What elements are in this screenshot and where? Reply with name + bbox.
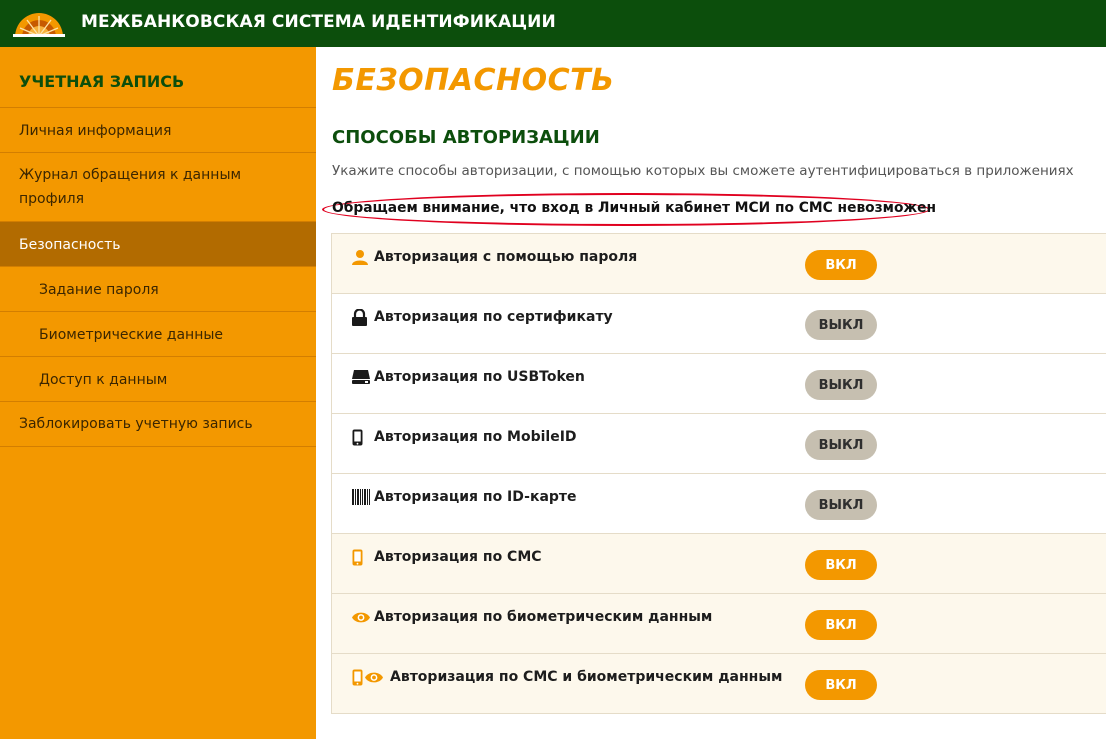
auth-method-label: Авторизация с помощью пароля bbox=[374, 249, 638, 265]
app-title: МЕЖБАНКОВСКАЯ СИСТЕМА ИДЕНТИФИКАЦИИ bbox=[81, 12, 556, 32]
sidebar-item-set-password[interactable]: Задание пароля bbox=[0, 267, 316, 312]
sidebar-item-label: Биометрические данные bbox=[39, 327, 224, 343]
section-title: СПОСОБЫ АВТОРИЗАЦИИ bbox=[332, 127, 600, 148]
lock-icon bbox=[352, 308, 367, 326]
auth-method-toggle[interactable]: ВКЛ bbox=[805, 610, 877, 640]
auth-method-toggle[interactable]: ВЫКЛ bbox=[805, 430, 877, 460]
page-title: БЕЗОПАСНОСТЬ bbox=[332, 63, 615, 98]
sidebar-item-biometric-data[interactable]: Биометрические данные bbox=[0, 312, 316, 357]
auth-methods-list: Авторизация с помощью пароля ВКЛ Авториз… bbox=[331, 233, 1106, 714]
sms-notice: Обращаем внимание, что вход в Личный каб… bbox=[332, 200, 937, 216]
auth-method-label: Авторизация по ID-карте bbox=[374, 489, 577, 505]
auth-method-toggle[interactable]: ВКЛ bbox=[805, 670, 877, 700]
sidebar-item-label: Задание пароля bbox=[39, 282, 159, 298]
mobile-phone-icon bbox=[352, 548, 363, 566]
auth-method-row: Авторизация по СМС ВКЛ bbox=[332, 534, 1106, 594]
auth-method-row: Авторизация по биометрическим данным ВКЛ bbox=[332, 594, 1106, 654]
sidebar-item-label: Доступ к данным bbox=[39, 372, 168, 388]
auth-method-row: Авторизация с помощью пароля ВКЛ bbox=[332, 234, 1106, 294]
phone-and-eye-icon bbox=[352, 668, 383, 686]
user-icon bbox=[352, 248, 368, 266]
sidebar: УЧЕТНАЯ ЗАПИСЬ Личная информация Журнал … bbox=[0, 47, 316, 739]
auth-method-toggle[interactable]: ВЫКЛ bbox=[805, 310, 877, 340]
auth-method-label: Авторизация по СМС bbox=[374, 549, 542, 565]
section-description: Укажите способы авторизации, с помощью к… bbox=[332, 163, 1074, 179]
sidebar-item-block-account[interactable]: Заблокировать учетную запись bbox=[0, 402, 316, 447]
auth-method-row: Авторизация по USBToken ВЫКЛ bbox=[332, 354, 1106, 414]
auth-method-toggle[interactable]: ВЫКЛ bbox=[805, 370, 877, 400]
sidebar-item-security[interactable]: Безопасность bbox=[0, 222, 316, 267]
auth-method-row: Авторизация по сертификату ВЫКЛ bbox=[332, 294, 1106, 354]
auth-method-toggle[interactable]: ВКЛ bbox=[805, 550, 877, 580]
auth-method-toggle[interactable]: ВЫКЛ bbox=[805, 490, 877, 520]
auth-method-label: Авторизация по USBToken bbox=[374, 369, 585, 385]
sidebar-item-personal-info[interactable]: Личная информация bbox=[0, 108, 316, 153]
mobile-phone-icon bbox=[352, 428, 363, 446]
auth-method-row: Авторизация по СМС и биометрическим данн… bbox=[332, 654, 1106, 714]
sidebar-item-label: Заблокировать учетную запись bbox=[19, 416, 253, 432]
sidebar-item-label: Журнал обращения к данным профиля bbox=[19, 167, 242, 207]
barcode-icon bbox=[352, 488, 370, 506]
sidebar-item-access-log[interactable]: Журнал обращения к данным профиля bbox=[0, 153, 316, 222]
top-bar: МЕЖБАНКОВСКАЯ СИСТЕМА ИДЕНТИФИКАЦИИ bbox=[0, 0, 1106, 47]
usb-drive-icon bbox=[352, 368, 370, 386]
sidebar-heading: УЧЕТНАЯ ЗАПИСЬ bbox=[0, 47, 316, 108]
eye-icon bbox=[352, 608, 370, 626]
sidebar-item-label: Личная информация bbox=[19, 123, 172, 139]
auth-method-label: Авторизация по СМС и биометрическим данн… bbox=[390, 669, 783, 685]
auth-method-row: Авторизация по ID-карте ВЫКЛ bbox=[332, 474, 1106, 534]
auth-method-toggle[interactable]: ВКЛ bbox=[805, 250, 877, 280]
sidebar-item-label: Безопасность bbox=[19, 237, 121, 253]
auth-method-label: Авторизация по MobileID bbox=[374, 429, 577, 445]
sunrise-logo-icon[interactable] bbox=[13, 9, 65, 37]
auth-method-row: Авторизация по MobileID ВЫКЛ bbox=[332, 414, 1106, 474]
auth-method-label: Авторизация по биометрическим данным bbox=[374, 609, 713, 625]
auth-method-label: Авторизация по сертификату bbox=[374, 309, 613, 325]
sidebar-item-data-access[interactable]: Доступ к данным bbox=[0, 357, 316, 402]
